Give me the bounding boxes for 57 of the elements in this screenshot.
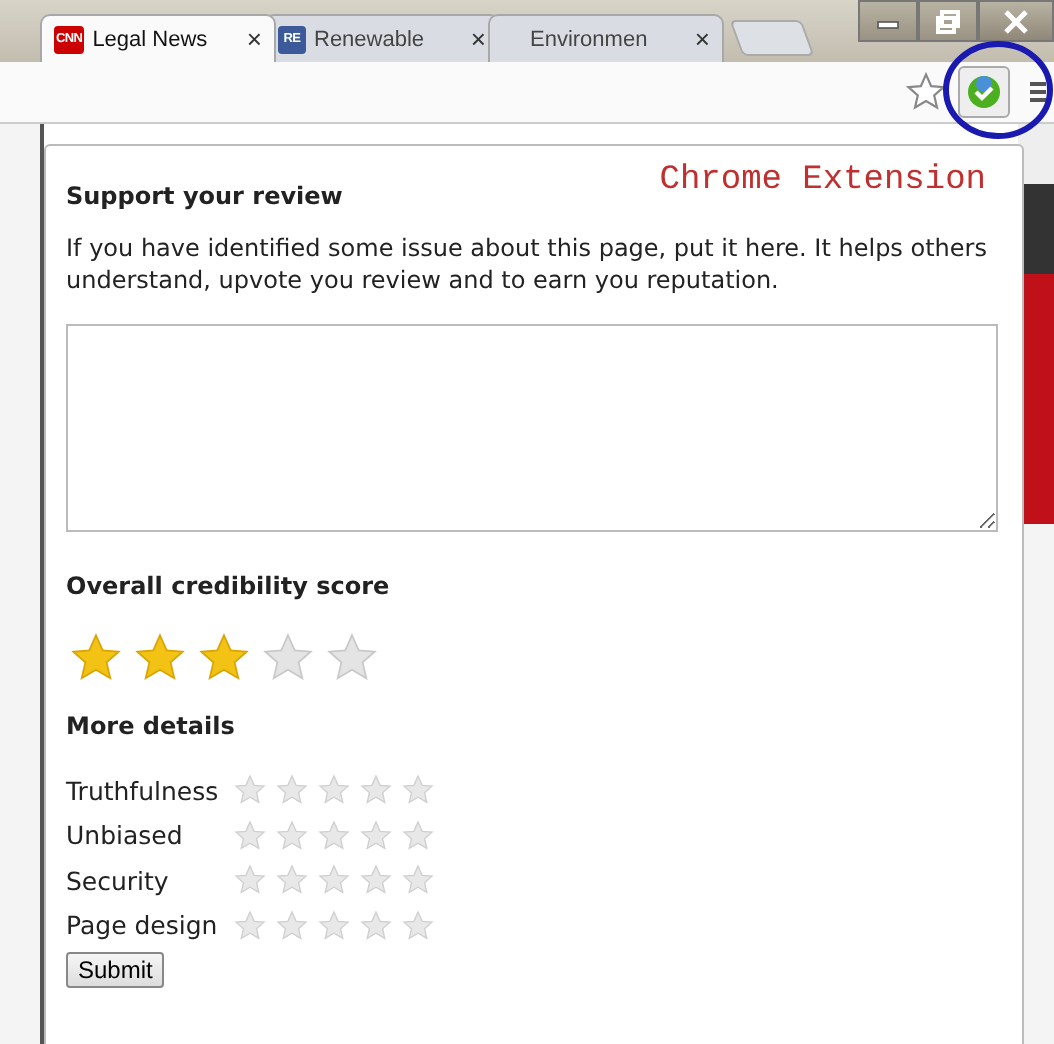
- star-rating[interactable]: [70, 632, 378, 685]
- star-icon[interactable]: [360, 864, 392, 897]
- star-icon[interactable]: [402, 819, 434, 852]
- close-icon[interactable]: [978, 0, 1054, 42]
- restore-icon[interactable]: [918, 0, 978, 42]
- star-icon[interactable]: [234, 909, 266, 942]
- minimize-icon[interactable]: [858, 0, 918, 42]
- browser-tab[interactable]: Environmen ×: [488, 14, 724, 62]
- star-icon[interactable]: [360, 909, 392, 942]
- star-icon[interactable]: [198, 632, 250, 685]
- tab-title: Environmen: [530, 27, 650, 51]
- star-icon[interactable]: [318, 864, 350, 897]
- criterion-label: Page design: [66, 910, 220, 941]
- star-icon[interactable]: [360, 774, 392, 807]
- star-icon[interactable]: [402, 774, 434, 807]
- annotation-label: Chrome Extension: [659, 162, 986, 200]
- star-rating[interactable]: [234, 864, 434, 897]
- star-icon[interactable]: [276, 864, 308, 897]
- star-icon[interactable]: [70, 632, 122, 685]
- star-icon[interactable]: [234, 864, 266, 897]
- star-rating[interactable]: [234, 819, 434, 852]
- review-field[interactable]: [66, 324, 998, 533]
- star-icon[interactable]: [318, 774, 350, 807]
- star-icon[interactable]: [326, 632, 378, 685]
- criterion-label: Truthfulness: [66, 775, 221, 806]
- section-heading: Overall credibility score: [66, 572, 392, 601]
- tab-close-button[interactable]: ×: [246, 24, 262, 54]
- star-icon[interactable]: [360, 819, 392, 852]
- instructions-text: If you have identified some issue about this page, put it here. It helps others understand, upvote you review and to earn you reputation.: [66, 234, 989, 297]
- star-icon[interactable]: [318, 819, 350, 852]
- highlight-circle: [940, 38, 1054, 142]
- extension-button[interactable]: [958, 66, 1010, 118]
- star-rating[interactable]: [234, 774, 434, 807]
- star-icon[interactable]: [318, 909, 350, 942]
- star-icon[interactable]: [276, 909, 308, 942]
- tab-title: Renewable: [314, 27, 427, 51]
- section-heading: More details: [66, 712, 237, 741]
- section-heading: Support your review: [66, 182, 345, 210]
- tab-close-button[interactable]: ×: [694, 24, 710, 54]
- check-globe-icon: [966, 74, 1002, 110]
- new-tab-button[interactable]: [729, 20, 815, 56]
- tab-close-button[interactable]: ×: [470, 24, 486, 54]
- submit-button[interactable]: Submit: [66, 952, 165, 989]
- star-rating[interactable]: [234, 909, 434, 942]
- star-icon[interactable]: [276, 774, 308, 807]
- bookmark-star-icon[interactable]: [906, 72, 946, 112]
- star-icon[interactable]: [234, 819, 266, 852]
- menu-icon[interactable]: [1030, 80, 1046, 104]
- star-icon[interactable]: [402, 864, 434, 897]
- criterion-label: Unbiased: [66, 820, 185, 851]
- star-icon[interactable]: [276, 819, 308, 852]
- tab-title: Legal News: [92, 27, 210, 51]
- criterion-label: Security: [66, 865, 171, 896]
- star-icon[interactable]: [262, 632, 314, 685]
- star-icon[interactable]: [402, 909, 434, 942]
- star-icon[interactable]: [134, 632, 186, 685]
- star-icon[interactable]: [234, 774, 266, 807]
